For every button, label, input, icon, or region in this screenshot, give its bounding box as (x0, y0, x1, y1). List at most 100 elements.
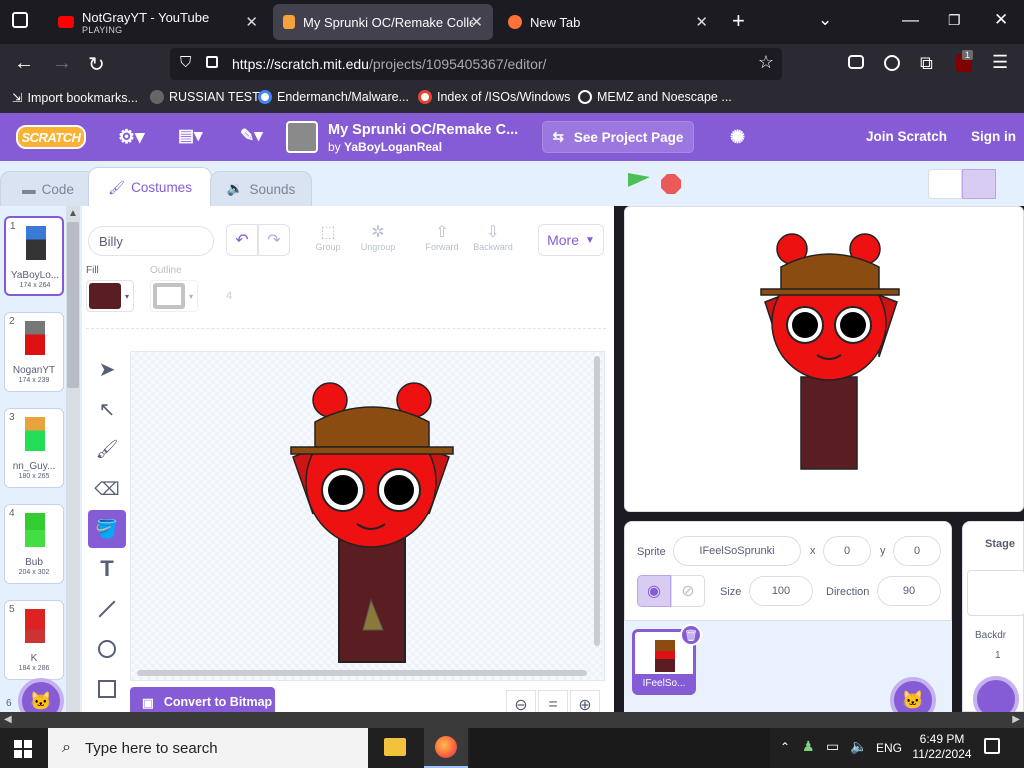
costume-item[interactable]: 3 nn_Guy... 180 x 265 (4, 408, 64, 488)
canvas-vertical-scrollbar[interactable] (594, 356, 600, 646)
volume-icon[interactable]: 🔈 (850, 738, 867, 755)
redo-button[interactable]: ↷ (258, 224, 290, 256)
back-arrow-icon[interactable]: ← (14, 52, 34, 75)
group-button[interactable]: ⬚ Group (310, 222, 346, 252)
stage-thumbnail[interactable] (967, 570, 1024, 616)
close-tab-icon[interactable]: ✕ (470, 13, 483, 31)
costume-item[interactable]: 1 YaBoyLo... 174 x 264 (4, 216, 64, 296)
forward-arrow-icon[interactable]: → (52, 52, 72, 75)
page-horizontal-scrollbar[interactable]: ◀ ▶ (0, 712, 1024, 728)
small-stage-button[interactable] (928, 169, 962, 199)
tab-code[interactable]: ▬ Code (0, 171, 96, 207)
url-text[interactable]: https://scratch.mit.edu/projects/1095405… (232, 56, 546, 72)
scroll-left-arrow-icon[interactable]: ◀ (4, 714, 12, 725)
show-sprite-button[interactable]: ◉ (637, 575, 671, 607)
scroll-right-arrow-icon[interactable]: ▶ (1012, 714, 1020, 725)
tab-scratch[interactable]: My Sprunki OC/Remake Collect ✕ (273, 4, 493, 40)
reshape-tool[interactable]: ↖ (88, 390, 126, 428)
sign-in-link[interactable]: Sign in (971, 129, 1016, 144)
line-tool[interactable] (88, 590, 126, 628)
menu-hamburger-icon[interactable]: ☰ (992, 52, 1008, 73)
circle-tool[interactable] (88, 630, 126, 668)
stop-icon[interactable] (661, 174, 681, 194)
outline-width-value[interactable]: 4 (226, 290, 232, 302)
see-project-page-button[interactable]: ⇆ See Project Page (542, 121, 694, 153)
scrollbar-thumb[interactable] (67, 222, 79, 388)
forward-button[interactable]: ⇧ Forward (420, 222, 464, 252)
windows-start-icon[interactable] (14, 740, 32, 758)
account-icon[interactable] (884, 55, 900, 71)
tab-new-tab[interactable]: New Tab ✕ (498, 4, 718, 40)
normal-stage-button[interactable] (962, 169, 996, 199)
bookmark-star-icon[interactable]: ☆ (758, 52, 774, 73)
bookmark-memz[interactable]: MEMZ and Noescape ... (578, 90, 732, 104)
tab-list-icon[interactable] (12, 12, 28, 28)
text-tool[interactable]: T (88, 550, 126, 588)
ungroup-button[interactable]: ✲ Ungroup (356, 222, 400, 252)
hide-sprite-button[interactable]: ⊘ (671, 575, 705, 607)
extensions-puzzle-icon[interactable]: ⧉ (920, 53, 933, 74)
brush-tool[interactable]: 🖌 (88, 430, 126, 468)
close-tab-icon[interactable]: ✕ (245, 13, 258, 31)
new-tab-plus-icon[interactable]: + (732, 8, 745, 34)
maximize-icon[interactable]: ❐ (948, 12, 961, 29)
green-flag-icon[interactable] (628, 173, 650, 187)
minimize-icon[interactable]: — (902, 10, 919, 30)
delete-sprite-button[interactable]: 🗑 (680, 624, 702, 646)
select-tool[interactable]: ➤ (88, 350, 126, 388)
bookmark-endermanch[interactable]: Endermanch/Malware... (258, 90, 409, 104)
lock-icon[interactable] (206, 56, 218, 68)
bookmark-index-isos[interactable]: Index of /ISOs/Windows (418, 90, 570, 104)
settings-gear-icon[interactable]: ⚙▾ (118, 126, 145, 149)
stage-selector-pane[interactable]: Stage Backdr 1 (962, 521, 1024, 722)
pocket-icon[interactable] (848, 55, 864, 69)
costume-item[interactable]: 2 NoganYT 174 x 239 (4, 312, 64, 392)
project-title[interactable]: My Sprunki OC/Remake C... (328, 122, 518, 138)
list-all-tabs-chevron-icon[interactable]: ⌄ (818, 10, 832, 30)
edit-menu-pencil-icon[interactable]: ✎▾ (240, 126, 263, 146)
undo-button[interactable]: ↶ (226, 224, 258, 256)
fill-tool[interactable]: 🪣 (88, 510, 126, 548)
rectangle-tool[interactable] (88, 670, 126, 708)
backward-button[interactable]: ⇩ Backward (468, 222, 518, 252)
file-explorer-icon[interactable] (384, 738, 406, 756)
taskbar-search-box[interactable]: ⌕ Type here to search (48, 728, 368, 768)
costume-name-input[interactable]: Billy (88, 226, 214, 256)
costume-item[interactable]: 5 K 184 x 286 (4, 600, 64, 680)
tab-sounds[interactable]: 🔉 Sounds (210, 171, 312, 207)
shield-icon[interactable]: ⛉ (180, 54, 191, 71)
direction-input[interactable]: 90 (877, 576, 941, 606)
file-menu-icon[interactable]: ▤▾ (178, 126, 203, 146)
notifications-icon[interactable] (984, 738, 1000, 754)
y-input[interactable]: 0 (893, 536, 941, 566)
bookmark-russian-test[interactable]: RUSSIAN TEST (150, 90, 260, 104)
scratch-logo[interactable]: SCRATCH (16, 125, 86, 149)
fill-color-picker[interactable]: ▾ (86, 280, 134, 312)
sprite-name-input[interactable]: IFeelSoSprunki (673, 536, 801, 566)
reload-icon[interactable]: ↻ (88, 52, 105, 77)
eraser-tool[interactable]: ⌫ (88, 470, 126, 508)
paint-canvas[interactable] (130, 351, 605, 681)
close-window-icon[interactable]: ✕ (994, 10, 1008, 30)
costume-item[interactable]: 4 Bub 204 x 302 (4, 504, 64, 584)
firefox-taskbar-icon[interactable] (424, 728, 468, 768)
close-tab-icon[interactable]: ✕ (695, 13, 708, 31)
theme-bulb-icon[interactable]: ✺ (730, 127, 745, 148)
show-hidden-icons-chevron[interactable]: ⌃ (780, 740, 790, 754)
tab-costumes[interactable]: 🖌 Costumes (88, 167, 212, 207)
bookmark-import[interactable]: ⇲ Import bookmarks... (12, 90, 138, 106)
people-icon[interactable]: ♟ (802, 738, 815, 755)
url-bar[interactable]: ⛉ https://scratch.mit.edu/projects/10954… (170, 48, 782, 80)
stage[interactable] (624, 206, 1024, 512)
costume-list-scrollbar[interactable]: ▲ (66, 206, 80, 712)
canvas-horizontal-scrollbar[interactable] (137, 670, 587, 676)
outline-color-picker[interactable]: ▾ (150, 280, 198, 312)
size-input[interactable]: 100 (749, 576, 813, 606)
clock[interactable]: 6:49 PM 11/22/2024 (912, 732, 972, 762)
x-input[interactable]: 0 (823, 536, 871, 566)
tab-youtube[interactable]: NotGrayYT - YouTube PLAYING ✕ (48, 4, 268, 40)
more-dropdown[interactable]: More ▼ (538, 224, 604, 256)
join-scratch-link[interactable]: Join Scratch (866, 129, 947, 144)
language-indicator[interactable]: ENG (876, 741, 902, 755)
scroll-up-arrow-icon[interactable]: ▲ (68, 208, 78, 219)
